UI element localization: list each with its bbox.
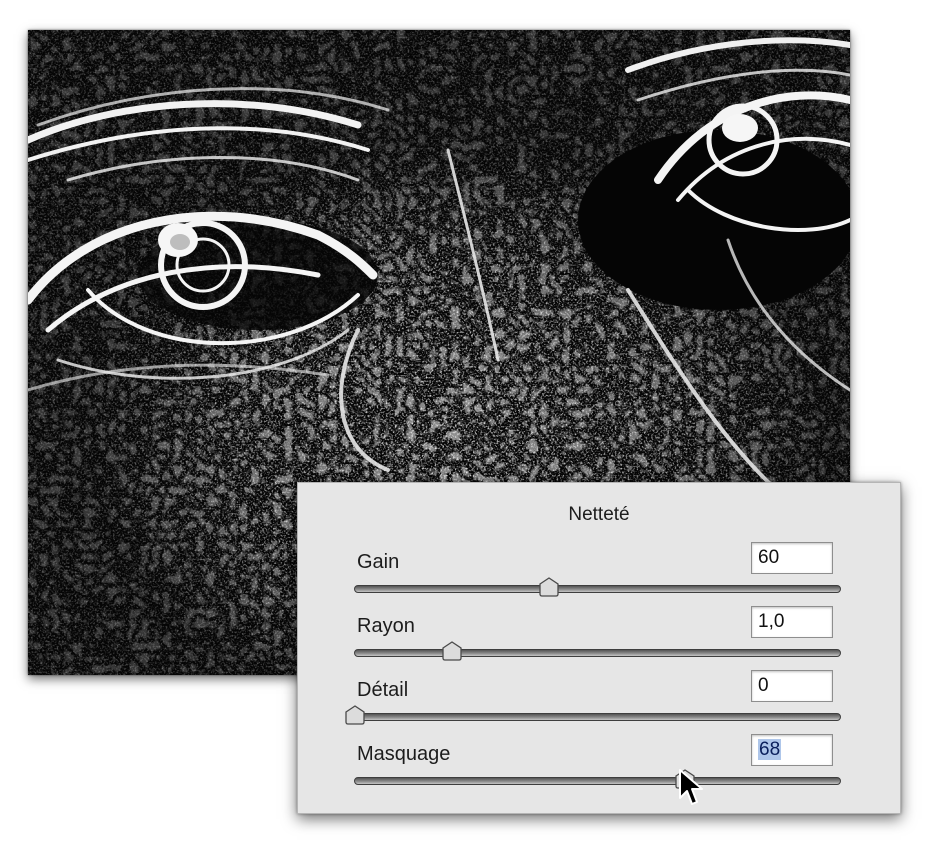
gain-slider-row: Gain 60: [298, 542, 900, 611]
sharpening-panel: Netteté Gain 60 Rayon 1,0 Détail 0 Masqu…: [297, 482, 901, 814]
masking-value-field[interactable]: 68: [751, 734, 833, 766]
detail-slider-track[interactable]: [345, 705, 841, 725]
radius-label: Rayon: [357, 615, 415, 637]
detail-label: Détail: [357, 679, 409, 701]
radius-slider-track[interactable]: [354, 641, 841, 661]
masking-value-selection: 68: [758, 739, 782, 760]
masking-label: Masquage: [357, 743, 451, 765]
arrow-cursor-icon: [679, 769, 703, 805]
masking-slider-row: Masquage 68: [298, 734, 900, 803]
gain-label: Gain: [357, 551, 400, 573]
radius-slider-thumb[interactable]: [441, 640, 463, 662]
gain-value-field[interactable]: 60: [751, 542, 833, 574]
panel-title: Netteté: [568, 504, 630, 525]
detail-value-field[interactable]: 0: [751, 670, 833, 702]
masking-slider-track[interactable]: [354, 769, 841, 789]
detail-slider-thumb[interactable]: [344, 704, 366, 726]
gain-slider-track[interactable]: [354, 577, 841, 597]
radius-value-field[interactable]: 1,0: [751, 606, 833, 638]
radius-slider-row: Rayon 1,0: [298, 606, 900, 675]
detail-slider-row: Détail 0: [298, 670, 900, 739]
gain-slider-thumb[interactable]: [538, 576, 560, 598]
